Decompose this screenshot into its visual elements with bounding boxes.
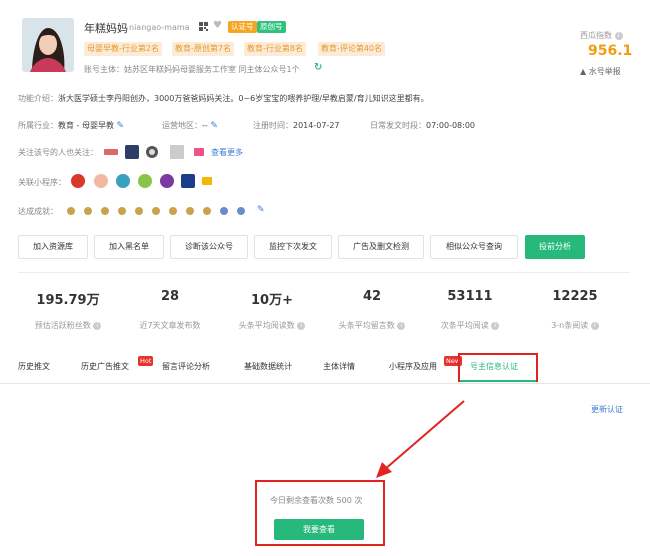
stat-label: 3-n条阅读 i [525,320,625,331]
wechat-id: niangao-mama [129,23,190,32]
stat-value: 42 [362,289,382,304]
stat-value: 195.79万 [36,293,100,308]
edit-pencil-icon[interactable]: ✎ [117,121,125,131]
info-icon: i [93,321,102,330]
info-icon: i [614,31,623,40]
rank-tag: 教育-行业第8名 [244,42,306,56]
tab-comment-analysis[interactable]: 留言评论分析 [162,361,210,372]
refresh-icon[interactable]: ↻ [314,62,322,73]
region-row: 运营地区：-- ✎ [162,121,218,131]
info-icon: i [491,321,500,330]
similar-accounts-button[interactable]: 相似公众号查询 [430,235,518,259]
quota-text: 今日剩余查看次数 500 次 [270,496,363,505]
index-label: 西瓜指数 i [580,30,623,41]
tab-owner-auth[interactable]: 号主信息认证 [470,361,518,372]
stat-label: 头条平均阅读数 i [222,320,322,331]
stat-label: 头条平均留言数 i [322,320,422,331]
intro-text: 浙大医学硕士李丹阳创办，3000万爸爸妈妈关注。0~6岁宝宝的喂养护理/早教启蒙… [58,94,429,103]
warning-icon: ▲ [580,67,587,76]
view-button[interactable]: 我要查看 [274,519,364,540]
stat-value: 12225 [552,289,598,304]
rank-tag: 教育-评论第40名 [318,42,386,56]
industry-row: 所属行业：教育 - 母婴早教 ✎ [18,121,125,131]
tab-ad-history[interactable]: 历史广告推文 [81,361,129,372]
edit-pencil-icon[interactable]: ✎ [210,121,218,131]
stat-label: 次条平均阅读 i [420,320,520,331]
rank-tag: 母婴早教-行业第2名 [84,42,162,56]
red-arrow-annotation [376,400,465,478]
original-badge: 原创号 [257,21,286,33]
mini-program-label: 关联小程序： [18,178,66,187]
account-subject: 账号主体：姑苏区年糕妈妈母婴服务工作室 同主体公众号1个 [84,65,300,74]
tab-basic-stats[interactable]: 基础数据统计 [244,361,292,372]
report-link[interactable]: ▲ 水号举报 [580,66,621,77]
see-more-link[interactable]: 查看更多 [211,147,243,158]
tab-subject-details[interactable]: 主体详情 [323,361,355,372]
monitor-next-post-button[interactable]: 监控下次发文 [254,235,332,259]
verified-badge-bg: 认证号 [228,21,257,33]
edit-pencil-icon[interactable]: ✎ [257,205,265,215]
follow-label: 关注该号的人也关注： [18,148,98,157]
info-icon: i [397,321,406,330]
pre-launch-analysis-button[interactable]: 投前分析 [525,235,585,259]
tab-mini-apps[interactable]: 小程序及应用 [389,361,437,372]
post-time-row: 日常发文时段：07:00-08:00 [370,121,475,130]
diagnose-account-button[interactable]: 诊断该公众号 [170,235,248,259]
hot-badge: Hot [138,356,154,366]
qr-code-icon[interactable] [199,22,208,31]
stat-label: 近7天文章发布数 [139,321,201,330]
add-to-blacklist-button[interactable]: 加入黑名单 [94,235,164,259]
intro-row: 功能介绍：浙大医学硕士李丹阳创办，3000万爸爸妈妈关注。0~6岁宝宝的喂养护理… [18,94,429,103]
stat-label: 预估活跃粉丝数 i [18,320,118,331]
stat-value: 28 [160,289,180,304]
mini-program-icons[interactable] [70,173,220,189]
achievement-medals [67,207,245,215]
achievement-label: 达成成就： [18,207,58,216]
info-icon: i [590,321,599,330]
active-tab-underline [460,380,536,382]
refresh-auth-link[interactable]: 更新认证 [591,404,623,415]
divider [18,272,630,273]
favorite-heart-icon[interactable]: ♥ [213,20,222,31]
tabs-divider [0,383,650,384]
add-to-library-button[interactable]: 加入资源库 [18,235,88,259]
stat-value: 10万+ [251,293,293,308]
ad-detection-button[interactable]: 广告及删文检测 [338,235,424,259]
index-value: 956.1 [588,43,633,59]
account-name: 年糕妈妈 [84,22,128,35]
tab-history-posts[interactable]: 历史推文 [18,361,50,372]
stat-value: 53111 [447,289,493,304]
related-accounts-icons[interactable] [104,145,214,159]
info-icon: i [297,321,306,330]
register-row: 注册时间：2014-07-27 [253,121,340,130]
account-avatar [22,18,74,72]
rank-tag: 教育-原创第7名 [172,42,234,56]
